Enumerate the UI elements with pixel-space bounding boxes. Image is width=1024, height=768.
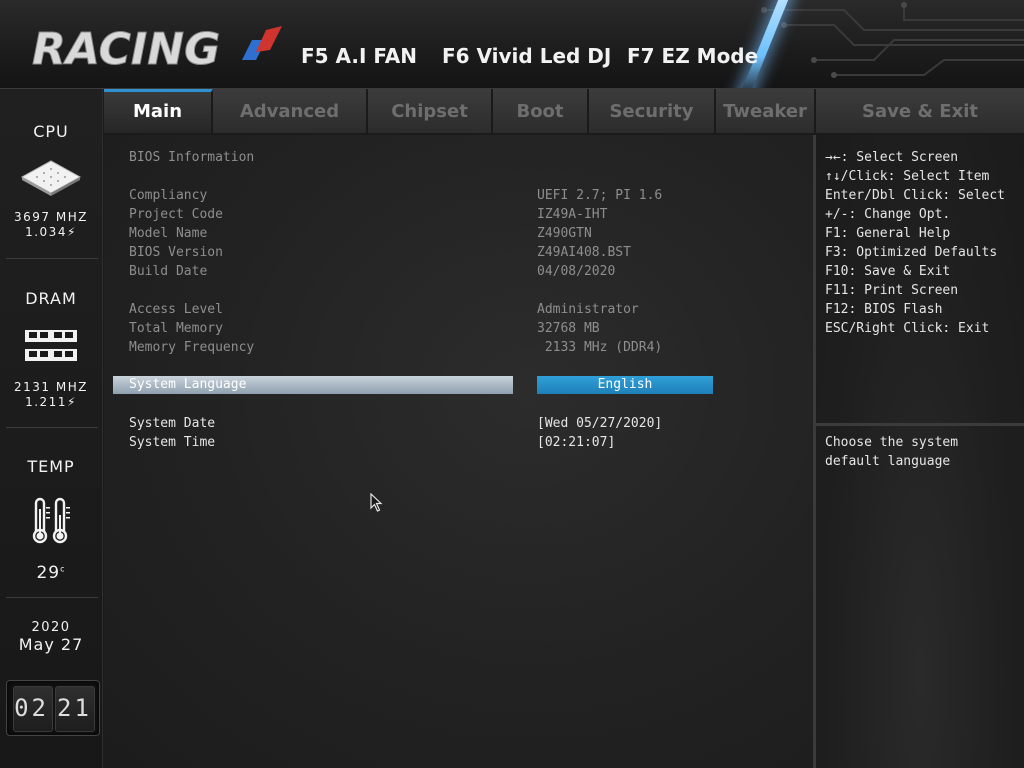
- system-date-field[interactable]: [Wed 05/27/2020]: [537, 414, 662, 433]
- system-language-select[interactable]: English: [537, 376, 713, 394]
- system-language-label: System Language: [129, 377, 247, 392]
- sidebar-divider: [6, 597, 98, 598]
- help-key-select-item: ↑↓/Click: Select Item: [825, 169, 990, 184]
- cpu-chip-icon: [20, 160, 82, 196]
- racing-logo: RACING: [32, 24, 282, 72]
- total-memory-value: 32768 MB: [537, 321, 600, 336]
- temperature-value: 29: [36, 563, 61, 583]
- help-key-change-opt: +/-: Change Opt.: [825, 207, 951, 222]
- model-name-label: Model Name: [129, 226, 208, 241]
- temp-title: TEMP: [27, 457, 75, 476]
- sidebar-divider: [6, 427, 98, 428]
- help-key-print-screen: F11: Print Screen: [825, 283, 959, 298]
- project-code-label: Project Code: [129, 207, 223, 222]
- thermometer-icon: [32, 497, 70, 544]
- tab-main[interactable]: Main: [104, 89, 213, 133]
- tab-tweaker[interactable]: Tweaker: [716, 89, 816, 133]
- item-description-line: default language: [825, 454, 951, 469]
- item-description-line: Choose the system: [825, 435, 959, 450]
- temperature-row: 29c: [0, 563, 102, 583]
- clock-minutes: 21: [57, 694, 92, 722]
- model-name-value: Z490GTN: [537, 226, 592, 241]
- hotkey-ez-mode[interactable]: F7 EZ Mode: [627, 44, 758, 68]
- tab-advanced[interactable]: Advanced: [213, 89, 368, 133]
- system-time-label: System Time: [129, 435, 216, 450]
- tab-security[interactable]: Security: [589, 89, 716, 133]
- flip-clock: 02 21: [6, 680, 100, 736]
- help-key-save-exit: F10: Save & Exit: [825, 264, 951, 279]
- bios-version-value: Z49AI408.BST: [537, 245, 631, 260]
- access-level-label: Access Level: [129, 302, 223, 317]
- date-month-day: May 27: [18, 635, 84, 654]
- access-level-value: Administrator: [537, 302, 639, 317]
- voltage-bolt-icon: ⚡: [66, 225, 77, 239]
- mouse-pointer-icon: [370, 493, 383, 512]
- temperature-unit: c: [60, 564, 66, 574]
- menu-tab-bar: Main Advanced Chipset Boot Security Twea…: [104, 89, 1024, 133]
- left-right-arrows-icon: →←: [825, 150, 841, 165]
- clock-digits: 02 21: [7, 681, 99, 735]
- cpu-voltage-row: 1.034⚡: [0, 225, 102, 240]
- clock-hours: 02: [14, 694, 49, 722]
- hotkey-ai-fan[interactable]: F5 A.I FAN: [301, 44, 417, 68]
- svg-text:RACING: RACING: [32, 24, 220, 72]
- section-title: BIOS Information: [129, 150, 255, 165]
- date-year: 2020: [31, 620, 71, 635]
- tab-save-exit[interactable]: Save & Exit: [816, 89, 1024, 133]
- build-date-value: 04/08/2020: [537, 264, 616, 279]
- total-memory-label: Total Memory: [129, 321, 223, 336]
- memory-frequency-label: Memory Frequency: [129, 340, 255, 355]
- help-key-general-help: F1: General Help: [825, 226, 951, 241]
- build-date-label: Build Date: [129, 264, 208, 279]
- cpu-title: CPU: [33, 122, 69, 141]
- help-key-bios-flash: F12: BIOS Flash: [825, 302, 943, 317]
- help-key-optimized-defaults: F3: Optimized Defaults: [825, 245, 998, 260]
- dram-voltage: 1.211: [25, 395, 67, 409]
- memory-frequency-value: 2133 MHz (DDR4): [537, 340, 663, 355]
- voltage-bolt-icon: ⚡: [66, 395, 77, 409]
- dram-frequency: 2131 MHZ: [14, 380, 88, 394]
- tab-chipset[interactable]: Chipset: [368, 89, 493, 133]
- help-key-enter: Enter/Dbl Click: Select: [825, 188, 1006, 203]
- up-down-arrows-icon: ↑↓: [825, 169, 841, 184]
- tab-boot[interactable]: Boot: [493, 89, 589, 133]
- cpu-frequency: 3697 MHZ: [14, 210, 88, 224]
- help-key-exit: ESC/Right Click: Exit: [825, 321, 990, 336]
- hardware-monitor-sidebar: CPU 3697 MHZ 1.034⚡ DRAM 2131 MHZ 1.211⚡…: [0, 89, 103, 768]
- bios-version-label: BIOS Version: [129, 245, 223, 260]
- help-divider: [816, 423, 1024, 426]
- help-key-select-screen: →←: Select Screen: [825, 150, 959, 165]
- top-header: RACING F5 A.I FAN F6 Vivid Led DJ F7 EZ …: [0, 0, 1024, 89]
- hotkey-vivid-led-dj[interactable]: F6 Vivid Led DJ: [442, 44, 611, 68]
- dram-module-icon: [25, 330, 77, 361]
- cpu-voltage: 1.034: [25, 225, 67, 239]
- system-time-field[interactable]: [02:21:07]: [537, 433, 615, 452]
- project-code-value: IZ49A-IHT: [537, 207, 608, 222]
- compliancy-value: UEFI 2.7; PI 1.6: [537, 188, 663, 203]
- compliancy-label: Compliancy: [129, 188, 208, 203]
- sidebar-divider: [6, 258, 98, 259]
- dram-voltage-row: 1.211⚡: [0, 395, 102, 410]
- dram-title: DRAM: [25, 289, 77, 308]
- system-date-label: System Date: [129, 416, 216, 431]
